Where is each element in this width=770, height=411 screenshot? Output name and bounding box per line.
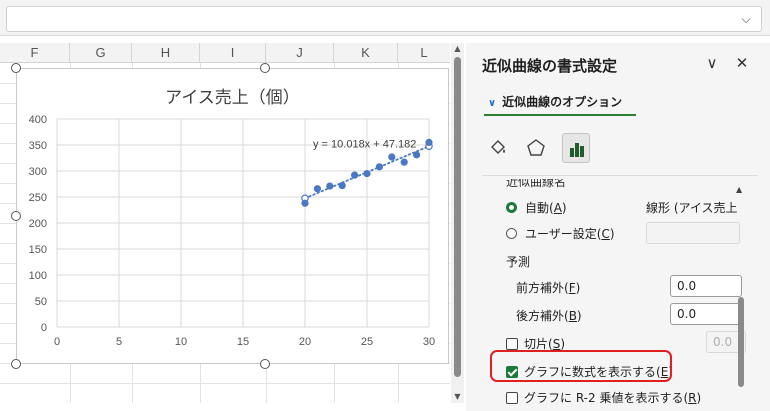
y-tick-label: 50 (35, 296, 47, 308)
scatter-plot: 0 50 100 150 200 250 300 350 400 0 5 10 15 20 25 30 y = … (29, 114, 435, 348)
x-tick-label: 10 (175, 336, 187, 348)
data-point (363, 170, 371, 178)
resize-handle-left[interactable] (11, 211, 21, 221)
radio-selected[interactable] (506, 202, 517, 213)
y-tick-label: 100 (29, 270, 47, 282)
column-header-j[interactable]: J (266, 43, 334, 63)
resize-handle-bottom-left[interactable] (11, 359, 21, 369)
fill-bucket-icon (491, 140, 505, 154)
pane-title: 近似曲線の書式設定 (482, 57, 618, 75)
section-underline (484, 114, 636, 116)
x-tick-label: 5 (116, 336, 122, 348)
scroll-up-icon[interactable]: ▲ (451, 43, 464, 55)
x-tick-label: 25 (361, 336, 373, 348)
data-point (413, 151, 421, 159)
chart-area[interactable]: アイス売上（個） 0 50 100 150 200 250 300 350 400 0 5 10 15 2… (16, 68, 449, 364)
format-trendline-pane: 近似曲線の書式設定 ∨ ✕ ∨ 近似曲線のオプション 近似曲線名 自動(A) 線形… (466, 43, 770, 411)
trendline-equation-label: y = 10.018x + 47.182 (313, 139, 416, 151)
trendline-name-label: 近似曲線名 (506, 179, 567, 189)
tab-trendline-options[interactable] (562, 133, 590, 163)
checkbox-unchecked[interactable] (506, 338, 518, 350)
resize-handle-bottom[interactable] (260, 359, 270, 369)
column-header-row: F G H I J K L (0, 43, 450, 63)
section-label: 近似曲線のオプション (502, 95, 623, 109)
radio-auto-name[interactable]: 自動(A) (506, 199, 567, 216)
data-point (301, 199, 309, 207)
column-header-i[interactable]: I (200, 43, 266, 63)
forward-forecast-input[interactable]: 0.0 (670, 275, 742, 297)
y-tick-label: 250 (29, 192, 47, 204)
highlight-box (490, 350, 672, 382)
tab-effects[interactable] (522, 133, 550, 163)
checkbox-unchecked[interactable] (506, 392, 518, 404)
pentagon-icon (527, 139, 545, 156)
column-header-l[interactable]: L (398, 43, 450, 63)
data-point (326, 182, 334, 190)
x-tick-label: 30 (423, 336, 435, 348)
column-header-h[interactable]: H (132, 43, 200, 63)
scrollbar-thumb[interactable] (454, 57, 461, 377)
column-header-k[interactable]: K (334, 43, 398, 63)
close-icon[interactable]: ✕ (732, 53, 752, 73)
data-point (313, 185, 321, 193)
backward-forecast-label: 後方補外(B) (516, 309, 582, 323)
y-tick-label: 300 (29, 166, 47, 178)
x-tick-label: 15 (237, 336, 249, 348)
chevron-down-icon[interactable]: ⌵ (737, 10, 755, 28)
data-point (351, 171, 359, 179)
x-tick-label: 20 (299, 336, 311, 348)
pane-scrollbar-thumb[interactable] (738, 297, 744, 387)
data-point (400, 158, 408, 166)
forecast-header: 予測 (506, 255, 531, 269)
formula-input[interactable]: ⌵ (6, 6, 762, 32)
data-point (388, 153, 396, 161)
radio-custom-name[interactable]: ユーザー設定(C) (506, 225, 615, 242)
resize-handle-top-left[interactable] (11, 63, 21, 73)
y-tick-label: 0 (41, 322, 47, 334)
y-tick-label: 150 (29, 244, 47, 256)
show-r2-checkbox[interactable]: グラフに R-2 乗値を表示する(R) (506, 389, 701, 406)
backward-forecast-input[interactable]: 0.0 (670, 303, 742, 325)
x-tick-label: 0 (54, 336, 60, 348)
chevron-down-icon: ∨ (488, 98, 497, 109)
bar-chart-icon (570, 143, 584, 157)
y-tick-label: 350 (29, 140, 47, 152)
scroll-down-icon[interactable]: ▼ (451, 391, 464, 403)
sheet-vertical-scrollbar[interactable]: ▲ ▼ (451, 43, 464, 403)
column-header-f[interactable]: F (0, 43, 70, 63)
y-tick-label: 400 (29, 114, 47, 126)
custom-name-input[interactable] (646, 222, 740, 244)
pane-options-dropdown-icon[interactable]: ∨ (702, 53, 722, 73)
resize-handle-top[interactable] (260, 63, 270, 73)
radio-unselected[interactable] (506, 228, 517, 239)
auto-name-value: 線形 (アイス売上 (646, 201, 738, 215)
formula-bar: ⌵ (0, 0, 770, 36)
data-point (375, 163, 383, 171)
y-tick-label: 200 (29, 218, 47, 230)
scroll-up-icon[interactable]: ▲ (736, 185, 742, 194)
pane-divider (482, 175, 758, 176)
tab-fill-line[interactable] (484, 133, 512, 163)
data-point (425, 138, 433, 146)
forward-forecast-label: 前方補外(F) (516, 281, 581, 295)
column-header-g[interactable]: G (70, 43, 132, 63)
data-point (338, 181, 346, 190)
section-trendline-options[interactable]: ∨ 近似曲線のオプション (488, 93, 622, 110)
pane-vertical-scrollbar[interactable]: ▲ (736, 185, 746, 411)
